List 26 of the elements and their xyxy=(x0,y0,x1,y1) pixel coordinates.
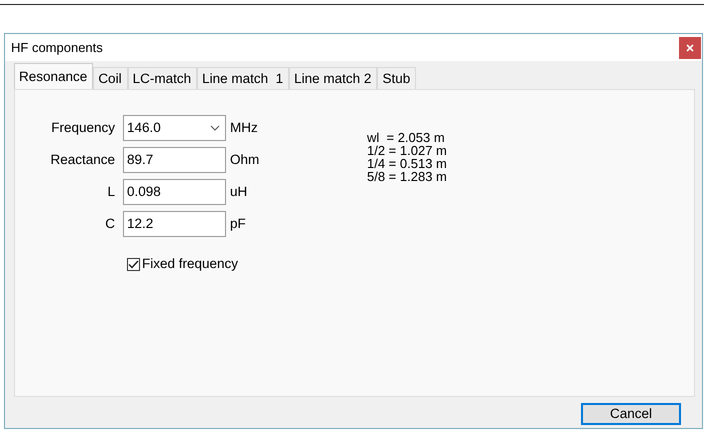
tab[interactable]: Line match 2 xyxy=(289,67,378,89)
checkbox[interactable] xyxy=(127,258,140,271)
unit-label: pF xyxy=(229,214,246,233)
tab[interactable]: Stub xyxy=(377,67,416,89)
field-label: Reactance xyxy=(49,150,116,169)
field-label: L xyxy=(106,182,116,201)
close-button[interactable] xyxy=(679,36,701,58)
unit-label: uH xyxy=(229,182,248,201)
unit-label: Ohm xyxy=(229,150,260,169)
results-text: wl = 2.053 m 1/2 = 1.027 m 1/4 = 0.513 m 5/8 = 1.283 m xyxy=(367,131,447,186)
close-icon xyxy=(686,44,694,52)
unit-label: MHz xyxy=(229,118,258,137)
tab[interactable]: Coil xyxy=(93,67,128,89)
field-label: Frequency xyxy=(50,118,116,137)
window-title: HF components xyxy=(11,38,103,57)
checkbox-label: Fixed frequency xyxy=(142,255,238,273)
tab[interactable]: Resonance xyxy=(14,63,94,89)
dropdown-field[interactable]: 146.0 xyxy=(123,115,226,141)
tab[interactable]: LC-match xyxy=(128,67,198,89)
input-field[interactable]: 12.2 xyxy=(123,211,226,237)
chevron-down-icon xyxy=(210,125,220,131)
input-field[interactable]: 0.098 xyxy=(123,179,226,205)
tab[interactable]: Line match 1 xyxy=(197,67,290,89)
field-label: C xyxy=(104,214,116,233)
cancel-button[interactable]: Cancel xyxy=(581,402,681,424)
input-field[interactable]: 89.7 xyxy=(123,147,226,173)
